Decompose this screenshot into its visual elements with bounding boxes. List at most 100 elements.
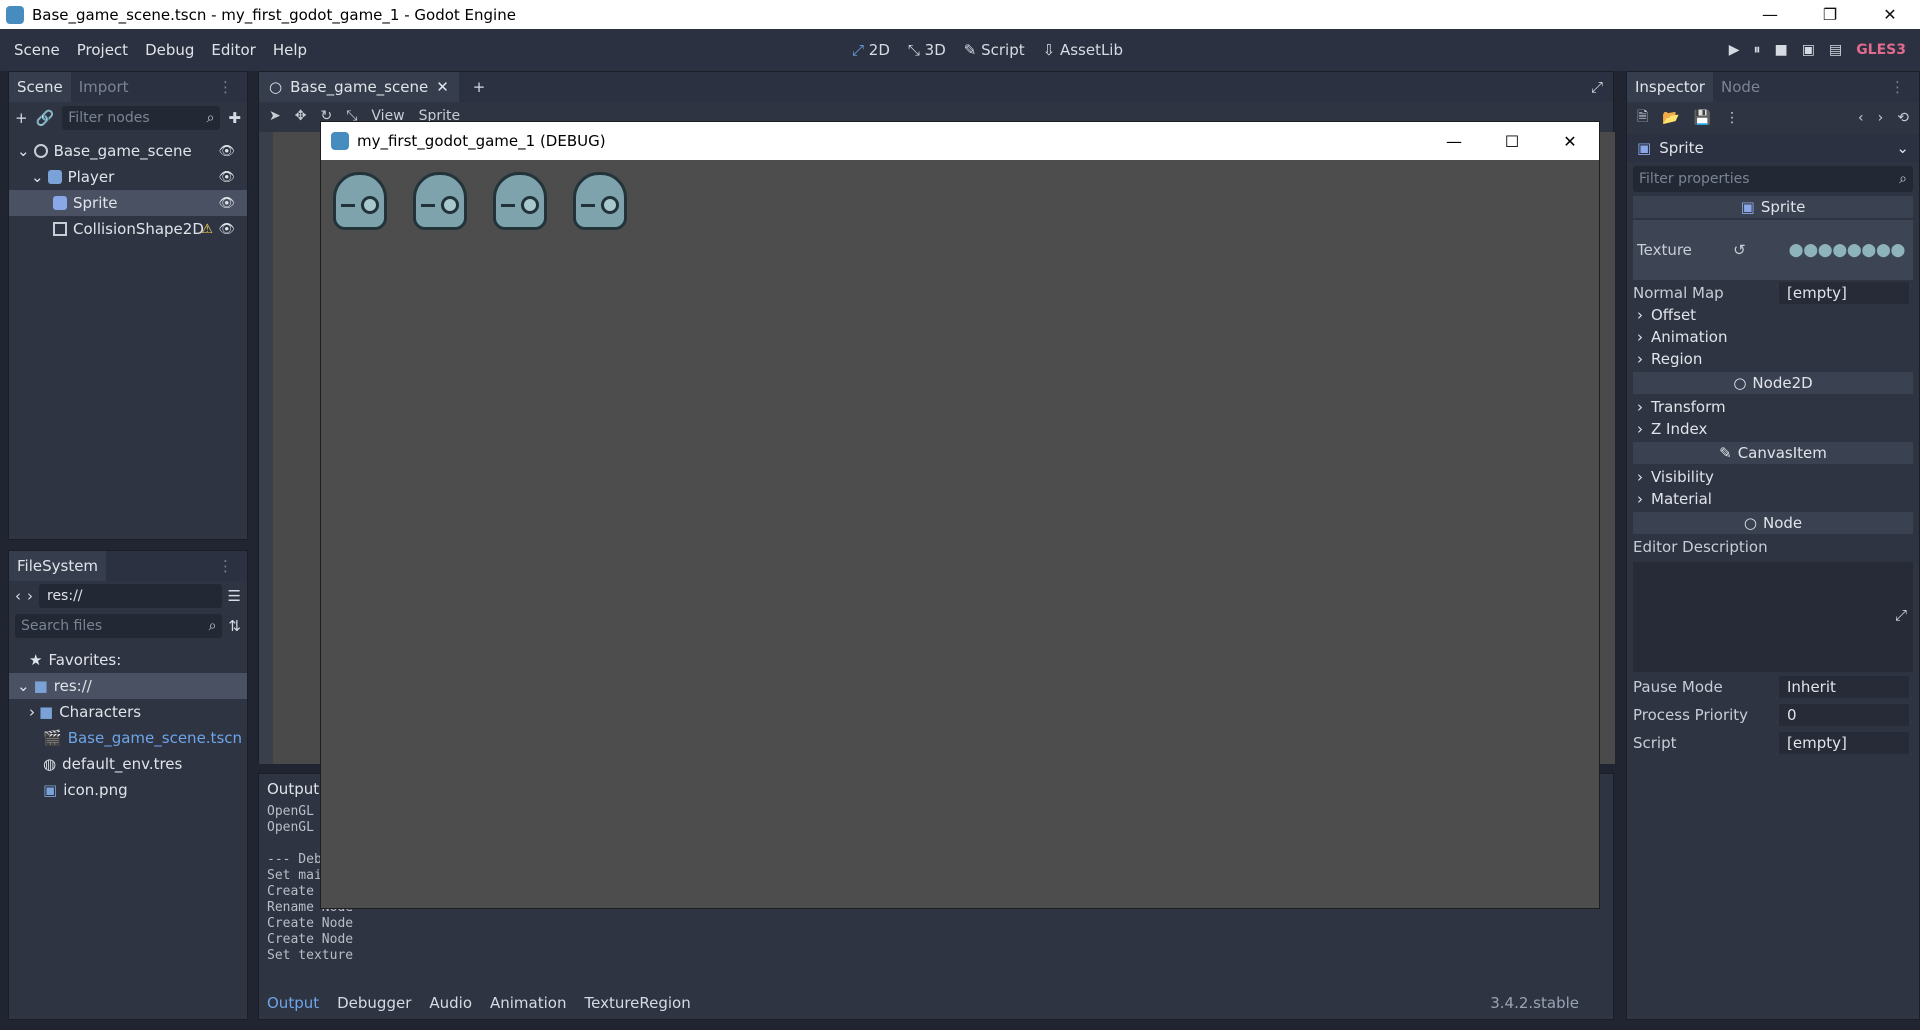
tab-textureregion[interactable]: TextureRegion <box>584 994 690 1012</box>
revert-icon[interactable]: ↺ <box>1733 241 1746 259</box>
history-icon[interactable]: ⟲ <box>1897 110 1909 126</box>
normal-map-value[interactable]: [empty] <box>1779 282 1909 304</box>
pause-icon[interactable]: ⏸ <box>1753 42 1760 58</box>
menu-help[interactable]: Help <box>273 41 307 59</box>
visibility-eye-icon[interactable]: 👁 <box>218 196 235 211</box>
back-icon[interactable]: ‹ <box>15 587 21 605</box>
expand-icon[interactable]: ⤢ <box>1895 606 1907 624</box>
group-z-index[interactable]: › Z Index <box>1627 418 1919 440</box>
tree-node-base-game-scene[interactable]: ⌄ Base_game_scene 👁 <box>9 138 247 164</box>
object-selector[interactable]: ▣ Sprite ⌄ <box>1627 134 1919 162</box>
close-tab-icon[interactable]: ✕ <box>436 78 449 96</box>
select-tool-icon[interactable]: ➤ <box>269 108 281 124</box>
character-sprite <box>331 166 389 232</box>
dock-menu-icon[interactable]: ⋮ <box>210 72 241 102</box>
debug-window-titlebar[interactable]: my_first_godot_game_1 (DEBUG) — ☐ ✕ <box>321 122 1599 160</box>
tree-node-player[interactable]: ⌄ Player 👁 <box>9 164 247 190</box>
new-resource-icon[interactable]: 🗎 <box>1637 106 1648 130</box>
tab-audio[interactable]: Audio <box>429 994 472 1012</box>
normal-map-property[interactable]: Normal Map [empty] <box>1627 282 1919 304</box>
play-scene-icon[interactable]: ▣ <box>1802 42 1815 58</box>
fs-characters-folder[interactable]: › ■ Characters <box>9 699 247 725</box>
forward-icon[interactable]: › <box>27 587 33 605</box>
tab-debugger[interactable]: Debugger <box>337 994 411 1012</box>
maximize-button[interactable]: ❐ <box>1800 0 1860 29</box>
mode-assetlib-button[interactable]: ⇩ AssetLib <box>1043 41 1123 59</box>
menu-scene[interactable]: Scene <box>14 41 60 59</box>
tab-filesystem[interactable]: FileSystem <box>9 551 107 581</box>
search-files-input[interactable]: Search files ⌕ <box>15 614 223 638</box>
fs-scene-file[interactable]: 🎬 Base_game_scene.tscn <box>9 725 247 751</box>
close-button[interactable]: ✕ <box>1860 0 1920 29</box>
mode-3d-button[interactable]: ⤡ 3D <box>908 41 946 59</box>
process-priority-property[interactable]: Process Priority 0 <box>1627 704 1919 726</box>
texture-property[interactable]: Texture ↺ ⬤⬤⬤⬤⬤⬤⬤⬤ <box>1633 220 1913 280</box>
add-node-icon[interactable]: + <box>15 109 28 127</box>
scene-tab[interactable]: ○ Base_game_scene ✕ <box>259 72 459 102</box>
pause-mode-property[interactable]: Pause Mode Inherit <box>1627 676 1919 698</box>
play-custom-icon[interactable]: ▤ <box>1829 42 1842 58</box>
renderer-dropdown[interactable]: GLES3 <box>1856 42 1906 58</box>
tab-inspector[interactable]: Inspector <box>1627 72 1713 102</box>
tree-node-collisionshape2d[interactable]: CollisionShape2D ⚠ 👁 <box>9 216 247 242</box>
visibility-eye-icon[interactable]: 👁 <box>218 222 235 237</box>
split-view-icon[interactable]: ☰ <box>228 587 241 605</box>
section-canvasitem: ✎ CanvasItem <box>1633 442 1913 464</box>
process-priority-value[interactable]: 0 <box>1779 704 1909 726</box>
tree-node-sprite[interactable]: Sprite 👁 <box>9 190 247 216</box>
tab-animation[interactable]: Animation <box>490 994 566 1012</box>
tab-scene[interactable]: Scene <box>9 72 71 102</box>
fs-icon-file[interactable]: ▣ icon.png <box>9 777 247 803</box>
attach-script-icon[interactable]: ✚ <box>228 109 241 127</box>
group-offset[interactable]: › Offset <box>1627 304 1919 326</box>
dock-menu-icon[interactable]: ⋮ <box>210 551 241 581</box>
visibility-eye-icon[interactable]: 👁 <box>218 170 235 185</box>
filter-nodes-input[interactable]: Filter nodes ⌕ <box>62 106 221 130</box>
pause-mode-value[interactable]: Inherit <box>1779 676 1909 698</box>
script-value[interactable]: [empty] <box>1779 732 1909 754</box>
open-resource-icon[interactable]: 📂 <box>1662 110 1679 126</box>
tab-node[interactable]: Node <box>1713 72 1768 102</box>
menu-debug[interactable]: Debug <box>145 41 194 59</box>
menu-editor[interactable]: Editor <box>211 41 255 59</box>
menu-project[interactable]: Project <box>77 41 128 59</box>
fs-root-folder[interactable]: ⌄ ■ res:// <box>9 673 247 699</box>
group-transform[interactable]: › Transform <box>1627 396 1919 418</box>
group-region[interactable]: › Region <box>1627 348 1919 370</box>
texture-thumbnail[interactable]: ⬤⬤⬤⬤⬤⬤⬤⬤ <box>1787 238 1907 262</box>
character-sprite <box>571 166 629 232</box>
history-back-icon[interactable]: ‹ <box>1858 110 1864 126</box>
tab-import[interactable]: Import <box>71 72 137 102</box>
stop-icon[interactable]: ■ <box>1774 42 1787 58</box>
mode-2d-button[interactable]: ⤢ 2D <box>852 41 890 59</box>
more-icon[interactable]: ⋮ <box>1725 110 1739 126</box>
sort-icon[interactable]: ⇅ <box>228 617 241 635</box>
group-material[interactable]: › Material <box>1627 488 1919 510</box>
fs-env-file[interactable]: ◍ default_env.tres <box>9 751 247 777</box>
play-icon[interactable]: ▶ <box>1729 42 1740 58</box>
instance-scene-icon[interactable]: 🔗 <box>36 109 55 127</box>
minimize-button[interactable]: — <box>1740 0 1800 29</box>
visibility-eye-icon[interactable]: 👁 <box>218 144 235 159</box>
minimize-button[interactable]: — <box>1425 122 1483 160</box>
save-resource-icon[interactable]: 💾 <box>1694 110 1711 126</box>
tab-output[interactable]: Output <box>267 994 319 1012</box>
dock-menu-icon[interactable]: ⋮ <box>1882 72 1913 102</box>
add-tab-icon[interactable]: + <box>473 78 486 96</box>
group-visibility[interactable]: › Visibility <box>1627 466 1919 488</box>
maximize-button[interactable]: ☐ <box>1483 122 1541 160</box>
history-forward-icon[interactable]: › <box>1878 110 1884 126</box>
filter-properties-input[interactable]: Filter properties ⌕ <box>1633 166 1913 192</box>
editor-description-field[interactable]: ⤢ <box>1633 562 1913 672</box>
mode-script-button[interactable]: ✎ Script <box>964 41 1025 59</box>
folder-icon: ■ <box>33 677 48 695</box>
close-button[interactable]: ✕ <box>1541 122 1599 160</box>
group-animation[interactable]: › Animation <box>1627 326 1919 348</box>
fs-favorites[interactable]: ★ Favorites: <box>9 647 247 673</box>
distraction-free-icon[interactable]: ⤢ <box>1591 78 1603 96</box>
warning-icon[interactable]: ⚠ <box>201 222 213 237</box>
script-property[interactable]: Script [empty] <box>1627 732 1919 754</box>
window-title: Base_game_scene.tscn - my_first_godot_ga… <box>32 5 516 24</box>
path-field[interactable]: res:// <box>39 584 222 608</box>
move-tool-icon[interactable]: ✥ <box>295 108 307 124</box>
